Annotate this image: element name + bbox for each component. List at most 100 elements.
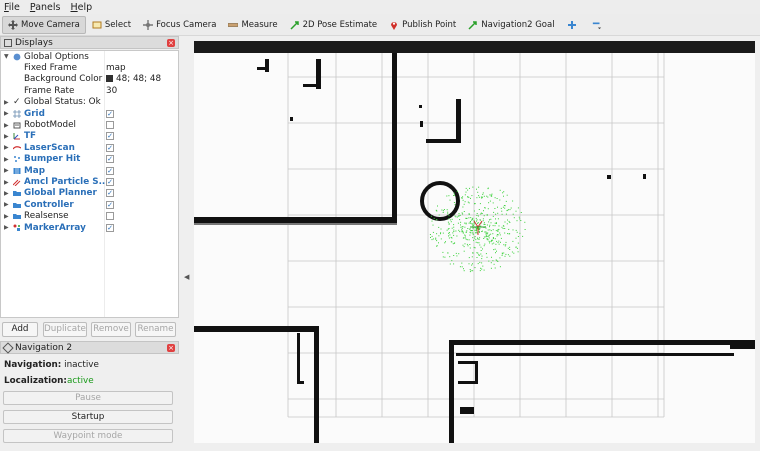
bumper-hit-checkbox[interactable]: ✓ (106, 155, 114, 164)
expand-right-icon[interactable]: ▶ (4, 224, 9, 231)
waypoint-mode-button[interactable]: Waypoint mode (3, 429, 173, 443)
move-camera-tool[interactable]: Move Camera (2, 15, 86, 34)
particle (468, 263, 470, 265)
background-color-value[interactable]: 48; 48; 48 (106, 74, 161, 84)
tree-label: Fixed Frame (24, 63, 77, 74)
add-button[interactable]: Add (2, 322, 38, 337)
expand-right-icon[interactable]: ▶ (4, 110, 9, 117)
tree-row-map[interactable]: ▶ Map ✓ (1, 165, 178, 176)
robotmodel-checkbox[interactable] (106, 121, 114, 130)
remove-tool-button[interactable] (586, 16, 611, 34)
particle (468, 222, 470, 224)
tree-row-robotmodel[interactable]: ▶ RobotModel (1, 119, 178, 130)
particle (463, 203, 465, 205)
expand-right-icon[interactable]: ▶ (4, 99, 9, 106)
publish-point-tool[interactable]: Publish Point (383, 16, 462, 34)
menu-file[interactable]: File (4, 2, 20, 13)
tree-label: Background Color (24, 74, 103, 85)
tree-row-grid[interactable]: ▶ Grid ✓ (1, 108, 178, 119)
expand-down-icon[interactable]: ▼ (4, 53, 9, 60)
menu-panels[interactable]: Panels (30, 2, 61, 13)
particle (489, 242, 490, 244)
axes-icon (13, 133, 20, 140)
diamond-icon (2, 341, 14, 354)
expand-right-icon[interactable]: ▶ (4, 179, 9, 186)
duplicate-button[interactable]: Duplicate (43, 322, 87, 337)
occupancy-map[interactable] (194, 41, 755, 443)
particle (462, 232, 464, 234)
particle (457, 222, 459, 224)
controller-checkbox[interactable]: ✓ (106, 200, 114, 209)
particle (448, 237, 450, 239)
particle (438, 214, 440, 216)
expand-right-icon[interactable]: ▶ (4, 144, 9, 151)
tree-row-fixed-frame[interactable]: Fixed Frame map (1, 62, 178, 73)
particle (453, 192, 455, 194)
panel-splitter[interactable]: ◀ (179, 36, 193, 451)
frame-rate-value[interactable]: 30 (106, 86, 117, 96)
measure-tool[interactable]: Measure (222, 16, 283, 34)
close-icon[interactable]: × (167, 344, 175, 352)
pause-button[interactable]: Pause (3, 391, 173, 405)
particle (438, 242, 439, 244)
particle (432, 224, 434, 226)
particle (496, 240, 498, 242)
markerarray-checkbox[interactable]: ✓ (106, 223, 114, 232)
laserscan-checkbox[interactable]: ✓ (106, 143, 114, 152)
particle (511, 251, 513, 253)
tree-label: Grid (24, 108, 45, 119)
remove-button[interactable]: Remove (91, 322, 131, 337)
particle (517, 207, 519, 209)
expand-right-icon[interactable]: ▶ (4, 213, 9, 220)
crosshair-icon (143, 19, 154, 30)
tree-row-markerarray[interactable]: ▶ MarkerArray ✓ (1, 222, 178, 233)
markers-icon (13, 224, 20, 231)
global-planner-checkbox[interactable]: ✓ (106, 189, 114, 198)
nav2-title: Navigation 2 (15, 342, 73, 353)
select-tool[interactable]: Select (86, 16, 137, 34)
map-checkbox[interactable]: ✓ (106, 166, 114, 175)
particle (472, 252, 474, 254)
tree-row-realsense[interactable]: ▶ Realsense (1, 211, 178, 222)
particle (454, 204, 456, 206)
realsense-checkbox[interactable] (106, 212, 114, 221)
tree-row-frame-rate[interactable]: Frame Rate 30 (1, 85, 178, 96)
tree-row-background-color[interactable]: Background Color 48; 48; 48 (1, 74, 178, 85)
particle (492, 229, 494, 231)
tree-row-global-planner[interactable]: ▶ Global Planner ✓ (1, 188, 178, 199)
amcl-checkbox[interactable]: ✓ (106, 178, 114, 187)
collapse-arrow-icon[interactable]: ◀ (184, 273, 189, 281)
tree-row-tf[interactable]: ▶ TF ✓ (1, 131, 178, 142)
menu-help[interactable]: Help (71, 2, 93, 13)
grid-checkbox[interactable]: ✓ (106, 109, 114, 118)
tf-checkbox[interactable]: ✓ (106, 132, 114, 141)
particle (465, 187, 467, 189)
expand-right-icon[interactable]: ▶ (4, 201, 9, 208)
add-tool-button[interactable] (561, 16, 586, 34)
expand-right-icon[interactable]: ▶ (4, 167, 9, 174)
startup-button[interactable]: Startup (3, 410, 173, 424)
focus-camera-tool[interactable]: Focus Camera (137, 16, 222, 34)
map-viewport[interactable] (194, 41, 755, 443)
tree-row-bumper-hit[interactable]: ▶ Bumper Hit ✓ (1, 154, 178, 165)
fixed-frame-value[interactable]: map (106, 63, 126, 73)
expand-right-icon[interactable]: ▶ (4, 190, 9, 197)
tree-row-amcl[interactable]: ▶ Amcl Particle S... ✓ (1, 176, 178, 187)
particle (468, 202, 470, 204)
particle (502, 192, 504, 194)
particle (453, 224, 455, 226)
tree-row-global-options[interactable]: ▼ Global Options (1, 51, 178, 62)
particle (471, 219, 473, 221)
tree-row-controller[interactable]: ▶ Controller ✓ (1, 199, 178, 210)
expand-right-icon[interactable]: ▶ (4, 156, 9, 163)
particle (442, 256, 444, 258)
expand-right-icon[interactable]: ▶ (4, 133, 9, 140)
pose-estimate-tool[interactable]: 2D Pose Estimate (284, 16, 384, 34)
close-icon[interactable]: × (167, 39, 175, 47)
tree-row-global-status[interactable]: ▶ ✓ Global Status: Ok (1, 97, 178, 108)
rename-button[interactable]: Rename (135, 322, 176, 337)
nav2-goal-tool[interactable]: Navigation2 Goal (462, 16, 560, 34)
particle (494, 222, 496, 224)
expand-right-icon[interactable]: ▶ (4, 122, 9, 129)
tree-row-laserscan[interactable]: ▶ LaserScan ✓ (1, 142, 178, 153)
